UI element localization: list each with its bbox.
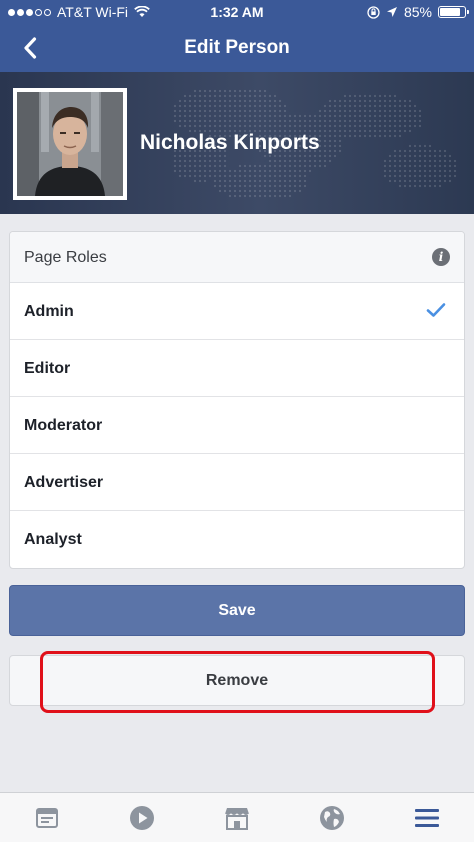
tab-video[interactable] bbox=[95, 793, 190, 842]
role-option-analyst[interactable]: Analyst bbox=[10, 511, 464, 568]
rotation-lock-icon bbox=[367, 5, 380, 19]
status-bar: AT&T Wi-Fi 1:32 AM 85% bbox=[0, 0, 474, 24]
battery-percent: 85% bbox=[403, 4, 432, 20]
marketplace-icon bbox=[224, 807, 250, 830]
chevron-left-icon bbox=[24, 37, 37, 59]
role-label: Admin bbox=[24, 303, 74, 320]
page-roles-header: Page Roles i bbox=[10, 232, 464, 283]
news-feed-icon bbox=[36, 807, 59, 828]
profile-photo-frame bbox=[13, 88, 127, 200]
info-icon[interactable]: i bbox=[432, 248, 450, 266]
role-option-editor[interactable]: Editor bbox=[10, 340, 464, 397]
profile-name: Nicholas Kinports bbox=[140, 131, 320, 154]
profile-header: Nicholas Kinports bbox=[0, 72, 474, 214]
role-option-moderator[interactable]: Moderator bbox=[10, 397, 464, 454]
role-option-advertiser[interactable]: Advertiser bbox=[10, 454, 464, 511]
role-option-admin[interactable]: Admin bbox=[10, 283, 464, 340]
tab-marketplace[interactable] bbox=[190, 793, 285, 842]
page-title: Edit Person bbox=[184, 37, 290, 58]
navigation-bar: Edit Person bbox=[0, 24, 474, 72]
notifications-globe-icon bbox=[319, 805, 344, 830]
page-roles-heading: Page Roles bbox=[24, 249, 107, 266]
role-label: Advertiser bbox=[24, 474, 104, 491]
save-button[interactable]: Save bbox=[9, 585, 465, 636]
bottom-tab-bar bbox=[0, 792, 474, 842]
tab-news-feed[interactable] bbox=[0, 793, 95, 842]
video-icon bbox=[130, 805, 155, 830]
back-button[interactable] bbox=[14, 32, 46, 64]
location-arrow-icon bbox=[386, 7, 397, 17]
role-label: Analyst bbox=[24, 531, 82, 548]
role-label: Editor bbox=[24, 360, 71, 377]
avatar bbox=[17, 92, 123, 196]
role-label: Moderator bbox=[24, 417, 103, 434]
tab-notifications[interactable] bbox=[284, 793, 379, 842]
battery-icon bbox=[438, 6, 469, 18]
battery-fill bbox=[440, 8, 461, 16]
page-roles-card: Page Roles i Admin Editor Moderator Adve… bbox=[9, 231, 465, 569]
checkmark-icon bbox=[426, 303, 446, 317]
remove-button[interactable]: Remove bbox=[9, 655, 465, 706]
status-right: 85% bbox=[367, 4, 469, 20]
menu-icon bbox=[414, 808, 439, 827]
tab-menu[interactable] bbox=[379, 793, 474, 842]
